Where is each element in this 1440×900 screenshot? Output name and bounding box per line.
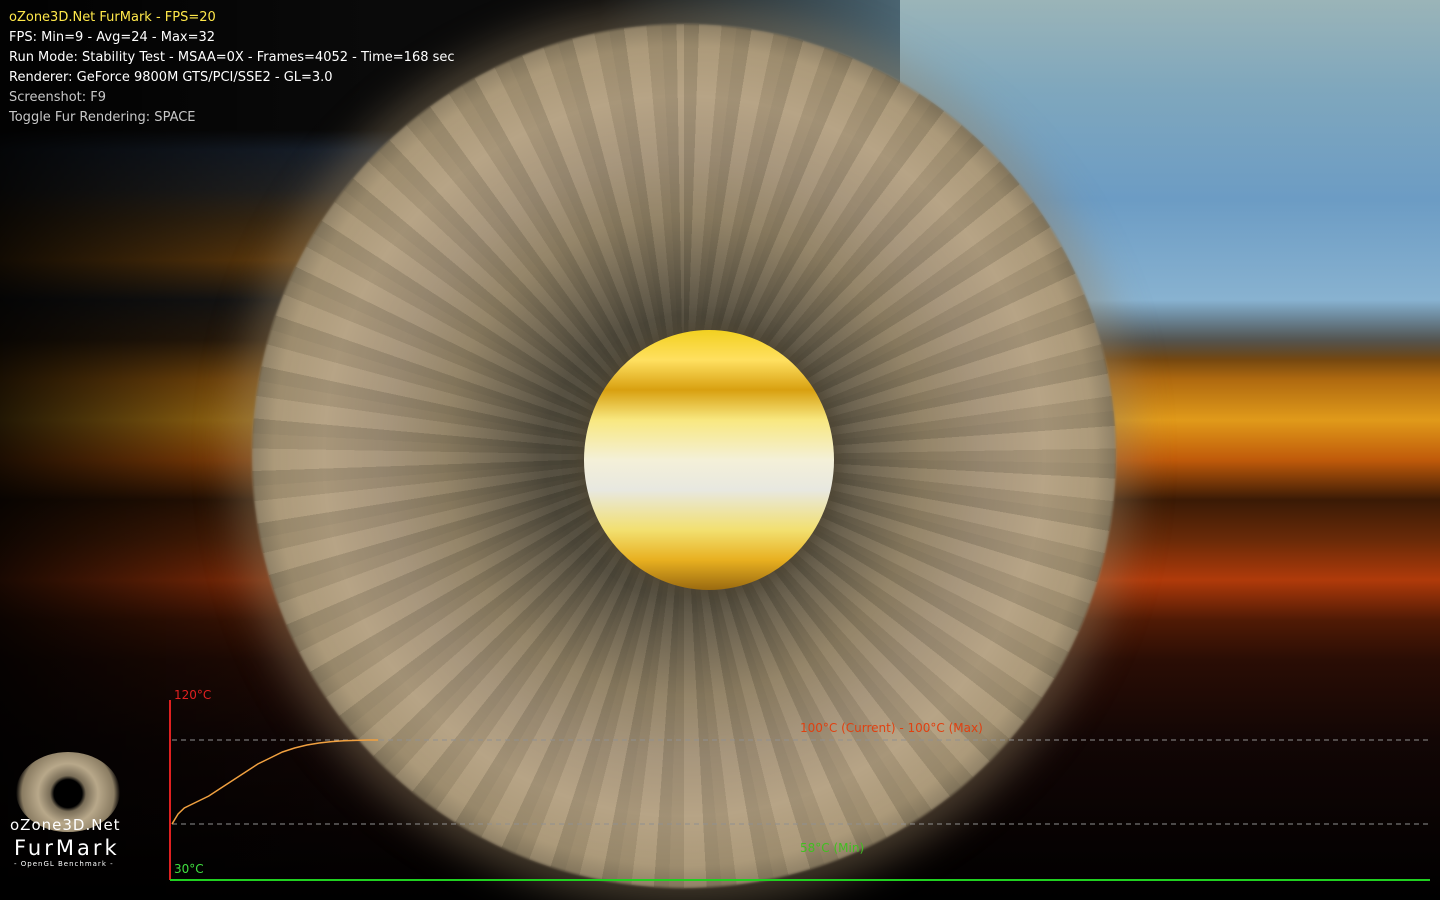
furmark-render-window: oZone3D.Net FurMark - FPS=20 FPS: Min=9 … xyxy=(0,0,1440,900)
temperature-curve xyxy=(171,739,378,825)
temp-axis-min-label: 30°C xyxy=(174,862,204,876)
temperature-graph: 120°C 30°C 100°C (Current) - 100°C (Max)… xyxy=(169,688,1430,881)
temp-min-label: 58°C (Min) xyxy=(800,841,864,855)
temp-current-max-label: 100°C (Current) - 100°C (Max) xyxy=(800,721,983,735)
temp-axis-max-label: 120°C xyxy=(174,688,211,702)
